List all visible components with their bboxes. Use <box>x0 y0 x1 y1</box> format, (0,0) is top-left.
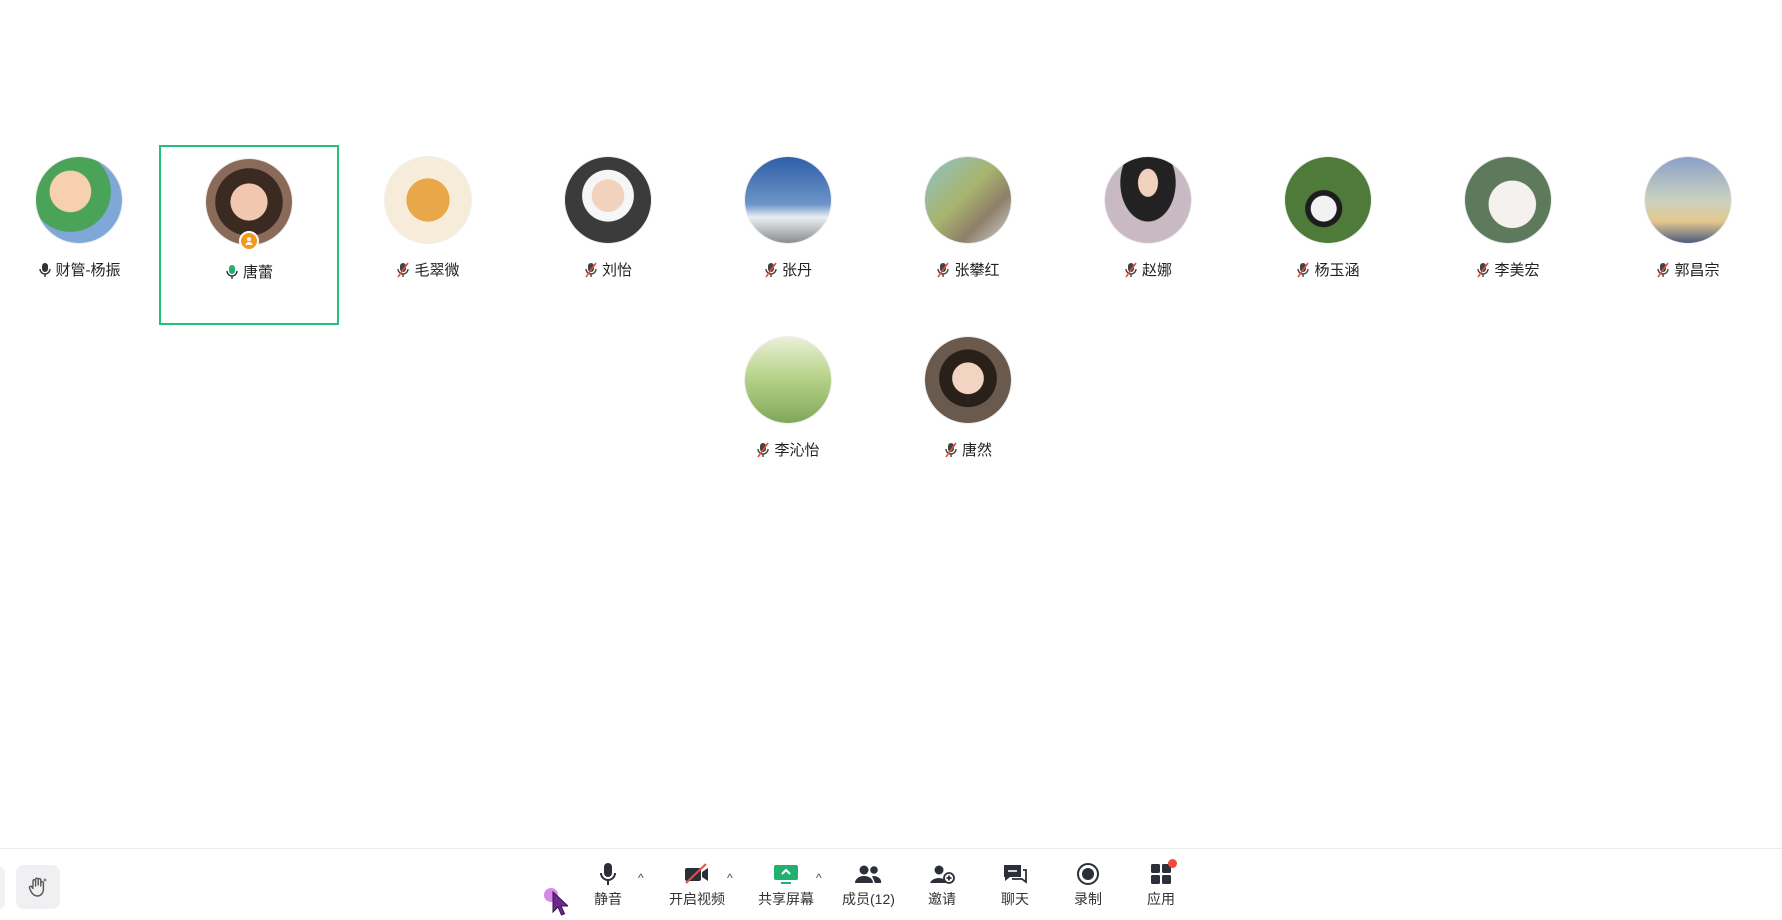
participant-tile[interactable]: 赵娜 <box>1058 145 1238 325</box>
members-button[interactable]: 成员(12) <box>842 861 895 909</box>
record-button[interactable]: 录制 <box>1074 861 1102 909</box>
chat-icon <box>1004 865 1027 884</box>
participant-tile[interactable]: 财管-杨振 <box>0 145 169 325</box>
participant-name: 唐然 <box>961 442 992 459</box>
mic-muted-icon <box>585 262 597 277</box>
video-options-caret[interactable]: ^ <box>727 871 733 885</box>
chat-label: 聊天 <box>1001 891 1029 907</box>
record-icon <box>1077 863 1099 885</box>
participant-tile[interactable]: 杨玉涵 <box>1238 145 1418 325</box>
mic-muted-icon <box>765 262 777 277</box>
participant-tile[interactable]: 唐然 <box>878 325 1058 505</box>
participant-name: 赵娜 <box>1141 262 1172 279</box>
mic-muted-icon <box>1297 262 1310 277</box>
apps-button[interactable]: 应用 <box>1147 859 1177 909</box>
members-icon <box>855 865 882 883</box>
collapsed-panel-handle[interactable] <box>0 867 5 909</box>
mouse-cursor-icon <box>552 891 568 916</box>
apps-label: 应用 <box>1147 891 1175 907</box>
avatar <box>36 157 122 243</box>
mic-on-icon <box>38 262 51 277</box>
participant-tile[interactable]: 李沁怡 <box>698 325 878 505</box>
participant-tile[interactable]: 张丹 <box>698 145 878 325</box>
participant-name: 张攀红 <box>954 262 1000 279</box>
mic-muted-icon <box>945 442 957 457</box>
share-screen-icon <box>774 865 798 884</box>
record-label: 录制 <box>1074 891 1102 907</box>
video-off-icon <box>685 863 708 884</box>
avatar <box>565 157 651 243</box>
avatar <box>745 337 831 423</box>
raise-hand-button[interactable] <box>16 865 60 909</box>
raise-hand-icon <box>28 877 47 897</box>
avatar <box>1105 157 1191 243</box>
participant-name: 毛翠微 <box>414 262 460 279</box>
mic-muted-icon <box>397 262 410 277</box>
participant-name: 李美宏 <box>1494 262 1540 279</box>
invite-label: 邀请 <box>928 891 956 907</box>
participant-tile[interactable]: 李美宏 <box>1418 145 1598 325</box>
avatar <box>925 157 1011 243</box>
share-options-caret[interactable]: ^ <box>816 871 822 885</box>
participant-name: 郭昌宗 <box>1674 262 1720 279</box>
mute-button[interactable]: 静音 <box>594 861 622 909</box>
invite-button[interactable]: 邀请 <box>928 861 956 909</box>
chat-button[interactable]: 聊天 <box>1001 861 1029 909</box>
meeting-toolbar: 静音 ^ 开启视频 ^ 共享屏幕 ^ 成员(12) 邀请 聊天 录制 应用 <box>0 848 1782 920</box>
participant-name: 张丹 <box>781 262 812 279</box>
avatar <box>206 159 292 251</box>
participant-name: 唐蕾 <box>242 264 273 281</box>
avatar <box>925 337 1011 423</box>
participant-tile[interactable]: 毛翠微 <box>338 145 518 325</box>
participant-name: 财管-杨振 <box>55 262 121 279</box>
start-video-label: 开启视频 <box>669 891 725 907</box>
avatar <box>1645 157 1731 243</box>
participant-tile[interactable]: 郭昌宗 <box>1598 145 1778 325</box>
share-screen-label: 共享屏幕 <box>758 891 814 907</box>
participant-name: 刘怡 <box>601 262 632 279</box>
avatar <box>1285 157 1371 243</box>
mute-options-caret[interactable]: ^ <box>638 871 644 885</box>
add-user-icon <box>930 865 955 884</box>
participant-tile[interactable]: 刘怡 <box>518 145 698 325</box>
avatar <box>745 157 831 243</box>
avatar <box>385 157 471 243</box>
participant-name: 李沁怡 <box>774 442 820 459</box>
notification-dot <box>1168 859 1177 868</box>
mute-label: 静音 <box>594 891 622 907</box>
start-video-button[interactable]: 开启视频 <box>669 861 725 909</box>
share-screen-button[interactable]: 共享屏幕 <box>758 861 814 909</box>
microphone-icon <box>600 863 616 885</box>
mic-speaking-icon <box>226 264 238 279</box>
mic-muted-icon <box>1125 262 1137 277</box>
participant-tile[interactable]: 张攀红 <box>878 145 1058 325</box>
participant-grid: 财管-杨振 唐蕾 毛翠微 刘怡 张丹 张攀红 赵娜 杨玉涵 李美宏 郭昌宗 李沁… <box>0 0 1782 845</box>
mic-muted-icon <box>1657 262 1670 277</box>
participant-tile-active[interactable]: 唐蕾 <box>159 145 339 325</box>
mic-muted-icon <box>937 262 950 277</box>
host-icon <box>239 231 259 251</box>
participant-name: 杨玉涵 <box>1314 262 1360 279</box>
mic-muted-icon <box>757 442 770 457</box>
avatar <box>1465 157 1551 243</box>
mic-muted-icon <box>1477 262 1490 277</box>
members-label: 成员(12) <box>842 891 895 907</box>
